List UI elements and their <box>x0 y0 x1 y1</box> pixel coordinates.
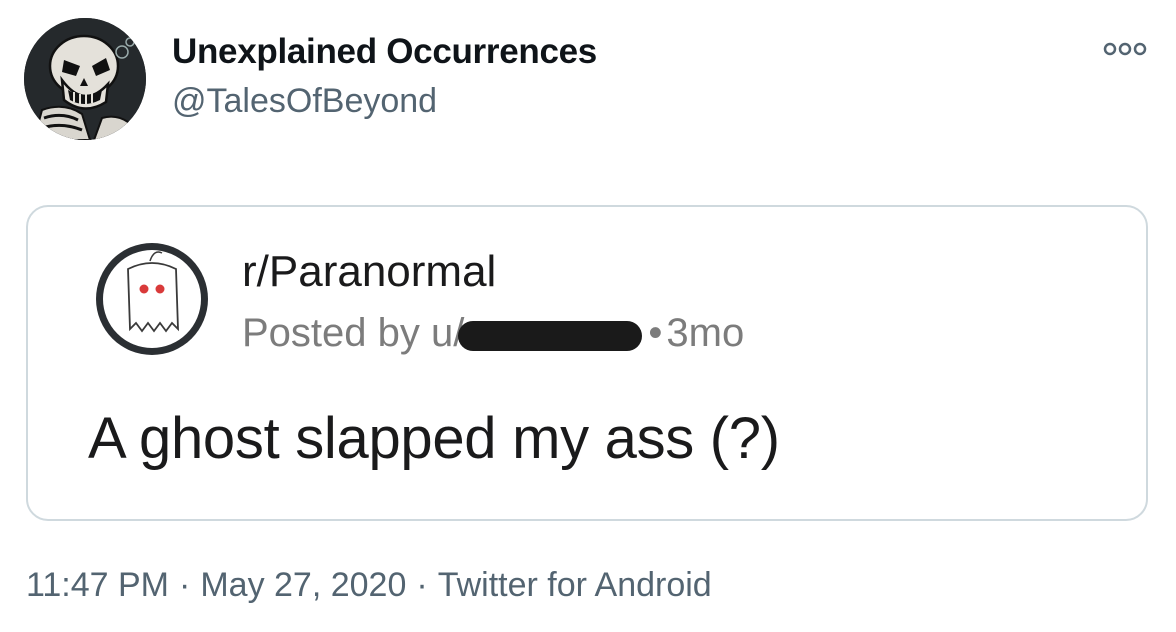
ghost-icon <box>96 243 208 355</box>
profile-avatar[interactable] <box>24 18 146 140</box>
embedded-post-card[interactable]: r/Paranormal Posted by u/ • 3mo A ghost … <box>26 205 1148 521</box>
tweet-time[interactable]: 11:47 PM <box>26 566 169 604</box>
tweet-source[interactable]: Twitter for Android <box>438 566 712 604</box>
subreddit-avatar <box>92 239 212 359</box>
skull-skeleton-avatar-icon <box>24 18 146 140</box>
post-byline: Posted by u/ • 3mo <box>242 311 744 356</box>
meta-separator: · <box>416 566 428 604</box>
meta-separator: · <box>179 566 191 604</box>
display-name[interactable]: Unexplained Occurrences <box>172 32 597 72</box>
more-options-button[interactable] <box>1100 34 1150 64</box>
posted-by-label: Posted by u/ <box>242 311 465 355</box>
tweet-date[interactable]: May 27, 2020 <box>200 566 406 604</box>
post-title: A ghost slapped my ass (?) <box>88 406 780 471</box>
subreddit-name: r/Paranormal <box>242 247 497 296</box>
more-dots-icon <box>1103 42 1147 56</box>
tweet-metadata: 11:47 PM · May 27, 2020 · Twitter for Androi… <box>26 566 712 605</box>
user-handle[interactable]: @TalesOfBeyond <box>172 82 437 121</box>
redacted-username <box>458 320 643 351</box>
post-age: 3mo <box>666 311 745 355</box>
byline-bullet: • <box>648 311 663 355</box>
